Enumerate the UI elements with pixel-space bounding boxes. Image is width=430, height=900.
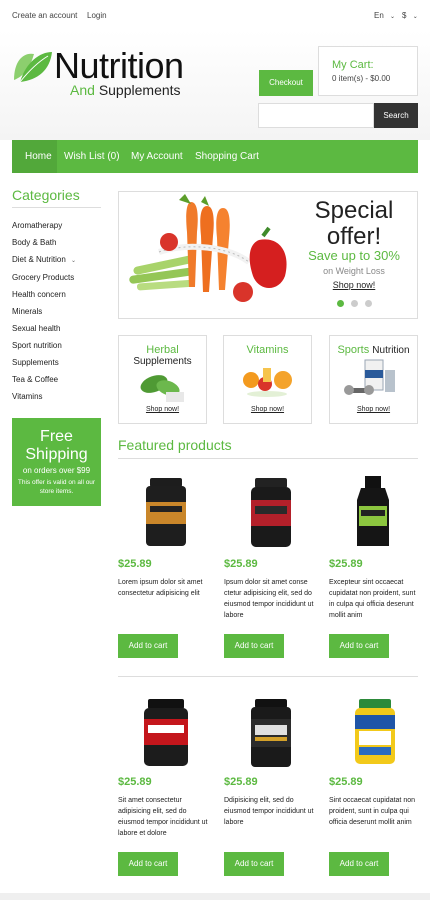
category-box-shop-link[interactable]: Shop now! [330,406,417,413]
product-price: $25.89 [118,558,152,570]
product-image[interactable] [136,476,196,551]
footer-edge [0,893,430,900]
sidebar-item-label: Diet & Nutrition [12,255,66,264]
category-box-title: Sports Nutrition [330,344,417,357]
category-box-shop-link[interactable]: Shop now! [224,406,311,413]
vitamins-fruit-image [243,368,292,397]
logo-title[interactable]: Nutrition [54,46,184,86]
add-to-cart-button[interactable]: Add to cart [118,852,178,876]
chevron-down-icon: ⌄ [390,14,396,20]
category-box-title: Herbal Supplements [119,344,206,368]
product-price: $25.89 [118,776,152,788]
add-to-cart-button[interactable]: Add to cart [329,852,389,876]
sidebar-item-body-bath[interactable]: Body & Bath [12,238,56,247]
sidebar-item-tea-coffee[interactable]: Tea & Coffee [12,375,58,384]
categories-title: Categories [12,187,80,203]
sidebar-item-sexual-health[interactable]: Sexual health [12,324,60,333]
product-image[interactable] [241,476,301,551]
vegetables-image [119,192,291,318]
add-to-cart-button[interactable]: Add to cart [118,634,178,658]
search-button[interactable]: Search [374,103,418,128]
sidebar-item-minerals[interactable]: Minerals [12,307,42,316]
product-image[interactable] [241,697,301,772]
chevron-down-icon: ⌄ [71,258,77,264]
product-image[interactable] [136,697,196,772]
add-to-cart-button[interactable]: Add to cart [224,852,284,876]
free-shipping-banner[interactable]: Free Shipping on orders over $99 This of… [12,418,101,506]
categories-divider [12,207,101,208]
logo-subtitle-and: And [70,82,95,98]
featured-divider [118,458,418,459]
product-image[interactable] [345,697,405,772]
search-input[interactable] [258,103,374,128]
free-shipping-line1: Free [40,428,73,445]
free-shipping-line2: Shipping [25,446,88,463]
slider-dot-1[interactable] [337,300,344,307]
category-box-title-green: Sports [337,344,370,356]
chevron-down-icon: ⌄ [412,14,418,20]
checkout-button[interactable]: Checkout [259,70,313,96]
cart-count: 0 item(s) - $0.00 [332,74,391,83]
product-price: $25.89 [329,558,363,570]
sidebar-item-vitamins[interactable]: Vitamins [12,392,43,401]
language-value: En [374,11,384,20]
category-box-title-green: Herbal [146,344,179,356]
add-to-cart-button[interactable]: Add to cart [329,634,389,658]
language-select[interactable]: En ⌄ [374,11,395,20]
promo-shop-link[interactable]: Shop now! [291,280,417,290]
cart-title: My Cart: [332,59,374,71]
category-box-herbal[interactable]: Herbal Supplements Shop now! [118,335,207,424]
login-link[interactable]: Login [87,11,107,20]
product-description: Sit amet consectetur adipisicing elit, s… [118,797,208,837]
category-box-sports[interactable]: Sports Nutrition Shop now! [329,335,418,424]
cart-box[interactable]: My Cart: 0 item(s) - $0.00 [318,46,418,96]
category-box-title: Vitamins [224,344,311,356]
sidebar-item-diet-nutrition[interactable]: Diet & Nutrition ⌄ [12,255,76,264]
product-description: Excepteur sint occaecat cupidatat non pr… [329,579,416,619]
leaf-logo-icon[interactable] [12,46,54,86]
promo-line1: Special [314,197,394,224]
featured-title: Featured products [118,437,232,453]
product-description: Ddipisicing elit, sed do eiusmod tempor … [224,797,314,826]
sidebar-item-sport-nutrition[interactable]: Sport nutrition [12,341,62,350]
sidebar-item-aromatherapy[interactable]: Aromatherapy [12,221,62,230]
nav-item-shopping-cart[interactable]: Shopping Cart [195,151,259,162]
category-box-vitamins[interactable]: Vitamins Shop now! [223,335,312,424]
top-bar: Create an account Login En ⌄ $ ⌄ [0,0,430,30]
free-shipping-line4: This offer is valid on all our store ite… [17,479,96,495]
product-description: Sint occaecat cupidatat non proident, su… [329,797,416,826]
logo-subtitle: And Supplements [70,82,181,98]
product-price: $25.89 [329,776,363,788]
logo-subtitle-supplements: Supplements [98,82,181,98]
sidebar-item-health-concern[interactable]: Health concern [12,290,66,299]
category-box-shop-link[interactable]: Shop now! [119,406,206,413]
free-shipping-line3: on orders over $99 [22,466,91,475]
product-price: $25.89 [224,558,258,570]
currency-value: $ [402,11,407,20]
slider-dot-2[interactable] [351,300,358,307]
herbal-leaves-image [140,375,184,402]
promo-line2: offer! [326,223,382,250]
nav-item-wish-list[interactable]: Wish List (0) [64,151,120,162]
sidebar-item-grocery-products[interactable]: Grocery Products [12,273,74,282]
category-box-title-green: Vitamins [246,344,289,356]
product-description: Lorem ipsum dolor sit amet consectetur a… [118,579,203,597]
promo-line3: Save up to 30% [308,248,400,263]
promo-slider[interactable]: Special offer! Save up to 30% on Weight … [118,191,418,319]
slider-dot-3[interactable] [365,300,372,307]
category-box-title-dark: Nutrition [372,345,410,356]
product-description: Ipsum dolor sit amet conse ctetur adipis… [224,579,314,619]
sports-supplements-image [344,359,395,395]
add-to-cart-button[interactable]: Add to cart [224,634,284,658]
create-account-link[interactable]: Create an account [12,11,77,20]
sidebar-item-supplements[interactable]: Supplements [12,358,59,367]
products-row-divider [118,676,418,677]
product-image[interactable] [343,476,403,551]
promo-line4: on Weight Loss [323,266,385,276]
nav-item-my-account[interactable]: My Account [131,151,183,162]
currency-select[interactable]: $ ⌄ [402,11,418,20]
product-price: $25.89 [224,776,258,788]
nav-item-home[interactable]: Home [25,151,52,162]
